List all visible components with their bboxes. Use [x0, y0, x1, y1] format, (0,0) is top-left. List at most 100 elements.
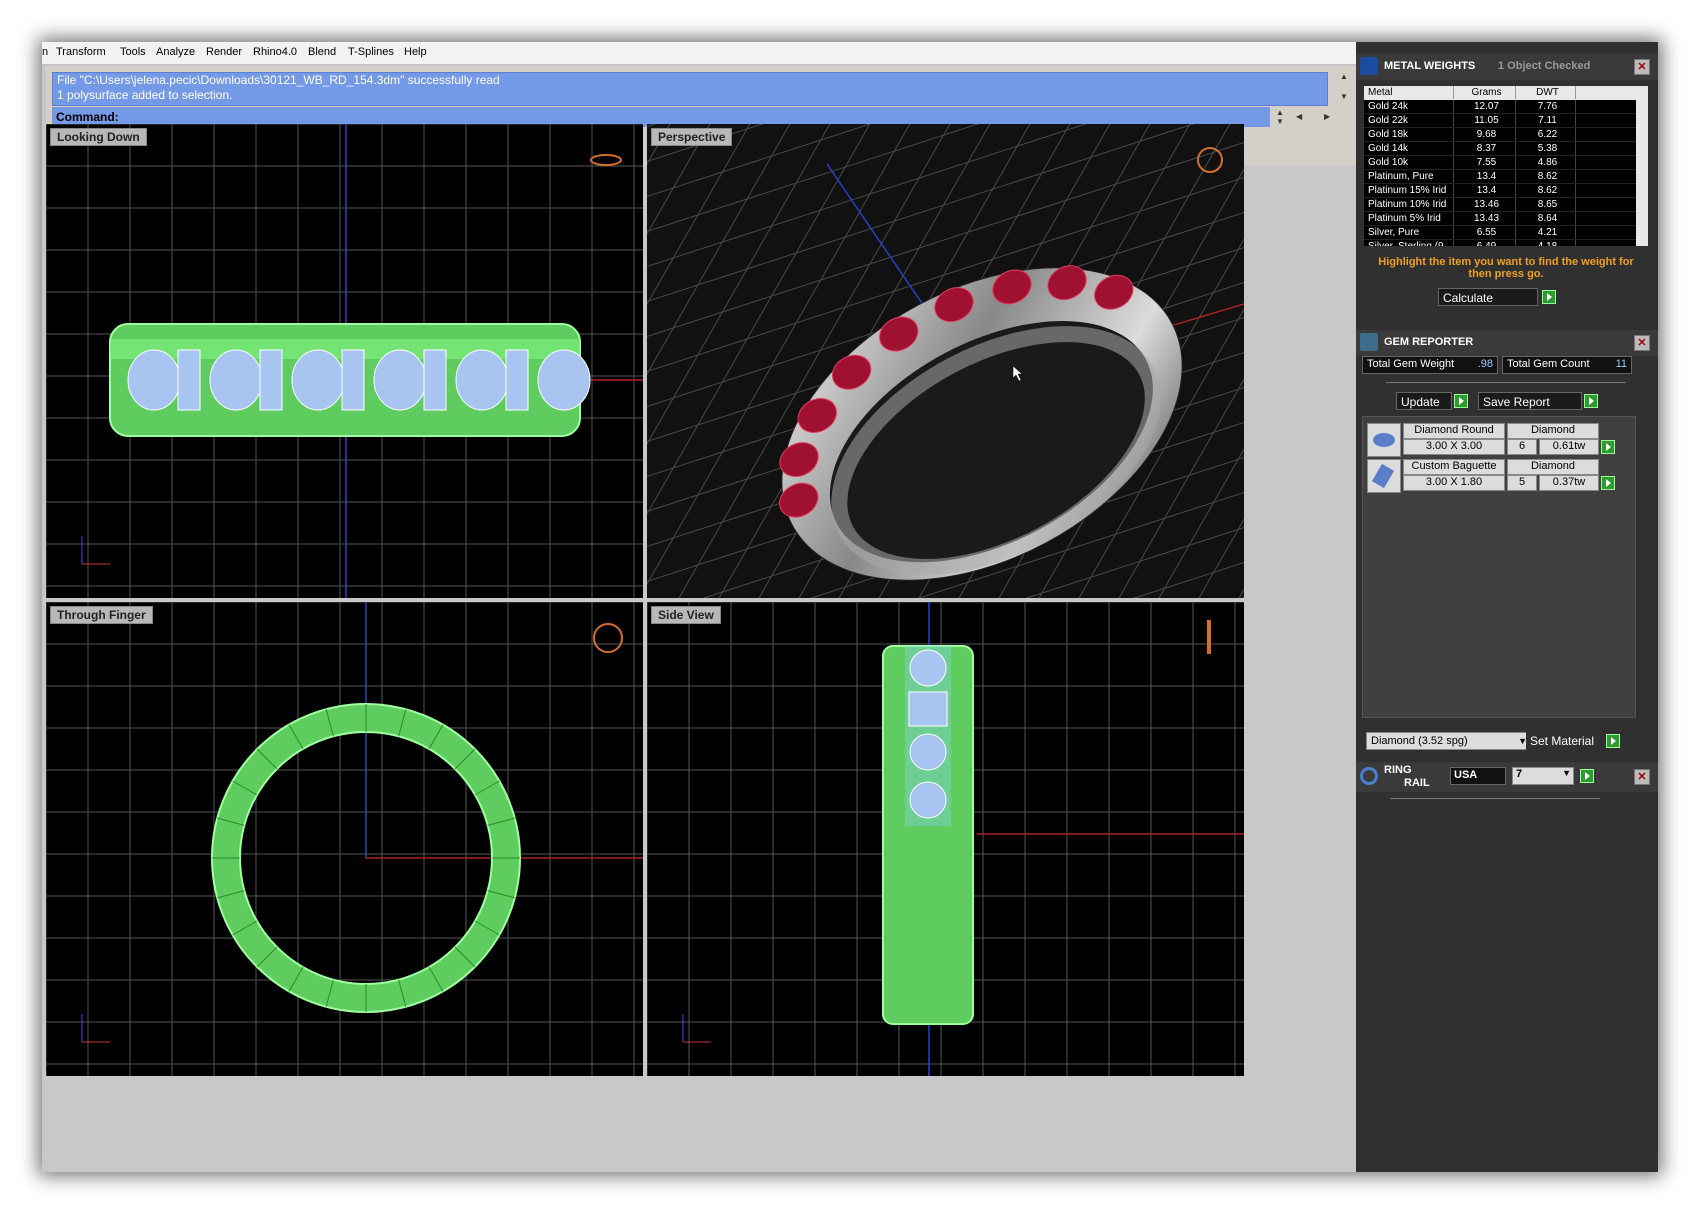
table-cell: 8.37 — [1454, 142, 1516, 155]
ring-size-select[interactable]: 7 ▼ — [1512, 767, 1574, 785]
menu-item-render[interactable]: Render — [206, 46, 242, 58]
material-select[interactable]: Diamond (3.52 spg) ▼ — [1366, 732, 1530, 750]
menu-item-tsplines[interactable]: T-Splines — [348, 46, 394, 58]
table-cell: 12.07 — [1454, 100, 1516, 113]
save-report-button[interactable]: Save Report — [1478, 392, 1582, 410]
ring-rail-title-2: RAIL — [1404, 777, 1430, 789]
table-cell: 13.4 — [1454, 170, 1516, 183]
splitter[interactable] — [1386, 382, 1626, 383]
menu-item-analyze[interactable]: Analyze — [156, 46, 195, 58]
table-row[interactable]: Gold 22k 11.05 7.11 — [1364, 114, 1636, 128]
table-cell: 7.11 — [1516, 114, 1576, 127]
side-view-canvas — [647, 602, 1244, 1076]
close-icon[interactable]: ✕ — [1634, 769, 1650, 785]
table-cell: Silver, Sterling (9... — [1364, 240, 1454, 246]
table-row[interactable]: Gold 10k 7.55 4.86 — [1364, 156, 1636, 170]
table-row[interactable]: Platinum, Pure 13.4 8.62 — [1364, 170, 1636, 184]
history-line: 1 polysurface added to selection. — [57, 88, 233, 102]
calculate-go-button[interactable] — [1542, 290, 1556, 304]
viewport-side[interactable]: Side View — [647, 602, 1244, 1076]
viewport-label[interactable]: Perspective — [651, 128, 733, 146]
gem-material: Diamond — [1507, 459, 1599, 475]
baguette-gem — [259, 349, 283, 411]
baguette-gem — [505, 349, 529, 411]
splitter[interactable] — [1390, 798, 1600, 799]
baguette-gem-thumbnail — [1367, 459, 1401, 493]
table-scrollbar[interactable] — [1636, 86, 1648, 246]
close-icon[interactable]: ✕ — [1634, 335, 1650, 351]
metal-weights-table[interactable]: Metal Grams DWT Gold 24k 12.07 7.76 Gold 22k 11… — [1364, 86, 1636, 246]
menu-item-transform[interactable]: Transform — [56, 46, 106, 58]
gem-count: 6 — [1507, 439, 1537, 455]
material-select-value: Diamond (3.52 spg) — [1371, 735, 1468, 747]
table-cell: 11.05 — [1454, 114, 1516, 127]
set-material-button[interactable]: Set Material — [1526, 732, 1612, 750]
viewport-perspective[interactable]: Perspective — [647, 124, 1244, 598]
table-row[interactable]: Silver, Pure 6.55 4.21 — [1364, 226, 1636, 240]
table-cell: Platinum 5% Irid — [1364, 212, 1454, 225]
scroll-up-icon[interactable]: ▲ — [1340, 72, 1348, 81]
viewport-label[interactable]: Side View — [651, 606, 721, 624]
table-cell: Gold 24k — [1364, 100, 1454, 113]
table-row[interactable]: Gold 18k 9.68 6.22 — [1364, 128, 1636, 142]
table-cell: Platinum, Pure — [1364, 170, 1454, 183]
save-report-go-button[interactable] — [1584, 394, 1598, 408]
total-gem-count-field: Total Gem Count 11 — [1502, 356, 1632, 374]
gem-round — [909, 733, 947, 771]
metal-weights-title: METAL WEIGHTS — [1384, 60, 1476, 72]
table-cell: Gold 10k — [1364, 156, 1454, 169]
column-header[interactable]: DWT — [1516, 86, 1576, 99]
calculate-button[interactable]: Calculate — [1438, 288, 1538, 306]
top-view-canvas — [46, 124, 643, 598]
table-row[interactable]: Gold 24k 12.07 7.76 — [1364, 100, 1636, 114]
set-material-go-button[interactable] — [1606, 734, 1620, 748]
table-row[interactable]: Platinum 5% Irid 13.43 8.64 — [1364, 212, 1636, 226]
table-row[interactable]: Platinum 15% Irid 13.4 8.62 — [1364, 184, 1636, 198]
menu-item-blend[interactable]: Blend — [308, 46, 336, 58]
menu-item-rhino4[interactable]: Rhino4.0 — [253, 46, 297, 58]
table-cell: 13.46 — [1454, 198, 1516, 211]
pyramid-icon — [1360, 57, 1378, 75]
report-icon — [1360, 333, 1378, 351]
gem-select-button[interactable] — [1601, 476, 1615, 490]
column-header[interactable]: Grams — [1454, 86, 1516, 99]
plugin-panel: METAL WEIGHTS 1 Object Checked ✕ Metal Gr… — [1356, 42, 1658, 1172]
total-gem-weight-label: Total Gem Weight — [1367, 358, 1455, 370]
spin-down-icon[interactable]: ▼ — [1276, 117, 1284, 126]
menu-item-n[interactable]: n — [42, 46, 48, 58]
column-header[interactable]: Metal — [1364, 86, 1454, 99]
gem-list: Diamond Round Diamond 3.00 X 3.00 6 0.61… — [1362, 416, 1636, 718]
metal-hint: Highlight the item you want to find the … — [1378, 256, 1634, 280]
table-cell: 9.68 — [1454, 128, 1516, 141]
table-cell: 8.64 — [1516, 212, 1576, 225]
viewport-label[interactable]: Through Finger — [50, 606, 153, 624]
spin-up-icon[interactable]: ▲ — [1276, 108, 1284, 117]
table-row[interactable]: Gold 14k 8.37 5.38 — [1364, 142, 1636, 156]
menu-item-tools[interactable]: Tools — [120, 46, 146, 58]
update-go-button[interactable] — [1454, 394, 1468, 408]
viewport-label[interactable]: Looking Down — [50, 128, 147, 146]
arrow-left-icon[interactable]: ◀ — [1296, 112, 1302, 121]
total-gem-count-label: Total Gem Count — [1507, 358, 1590, 370]
ring-orientation-icon — [593, 623, 623, 653]
table-cell: 6.49 — [1454, 240, 1516, 246]
update-button[interactable]: Update — [1396, 392, 1452, 410]
scroll-down-icon[interactable]: ▼ — [1340, 92, 1348, 101]
viewport-front[interactable]: Through Finger — [46, 602, 643, 1076]
gem-shape: Diamond Round — [1403, 423, 1505, 439]
table-cell: 5.38 — [1516, 142, 1576, 155]
menu-item-help[interactable]: Help — [404, 46, 427, 58]
gem-baguette — [908, 691, 948, 727]
round-gem — [373, 349, 427, 411]
gem-select-button[interactable] — [1601, 440, 1615, 454]
close-icon[interactable]: ✕ — [1634, 59, 1650, 75]
table-row[interactable]: Silver, Sterling (9...6.494.18 — [1364, 240, 1636, 246]
baguette-gem — [177, 349, 201, 411]
country-select[interactable]: USA — [1450, 767, 1506, 785]
arrow-right-icon[interactable]: ▶ — [1324, 112, 1330, 121]
ring-rail-go-button[interactable] — [1580, 769, 1594, 783]
chevron-down-icon[interactable]: ▼ — [1562, 768, 1571, 778]
table-cell: 4.86 — [1516, 156, 1576, 169]
viewport-top[interactable]: Looking Down — [46, 124, 643, 598]
table-row[interactable]: Platinum 10% Irid 13.46 8.65 — [1364, 198, 1636, 212]
